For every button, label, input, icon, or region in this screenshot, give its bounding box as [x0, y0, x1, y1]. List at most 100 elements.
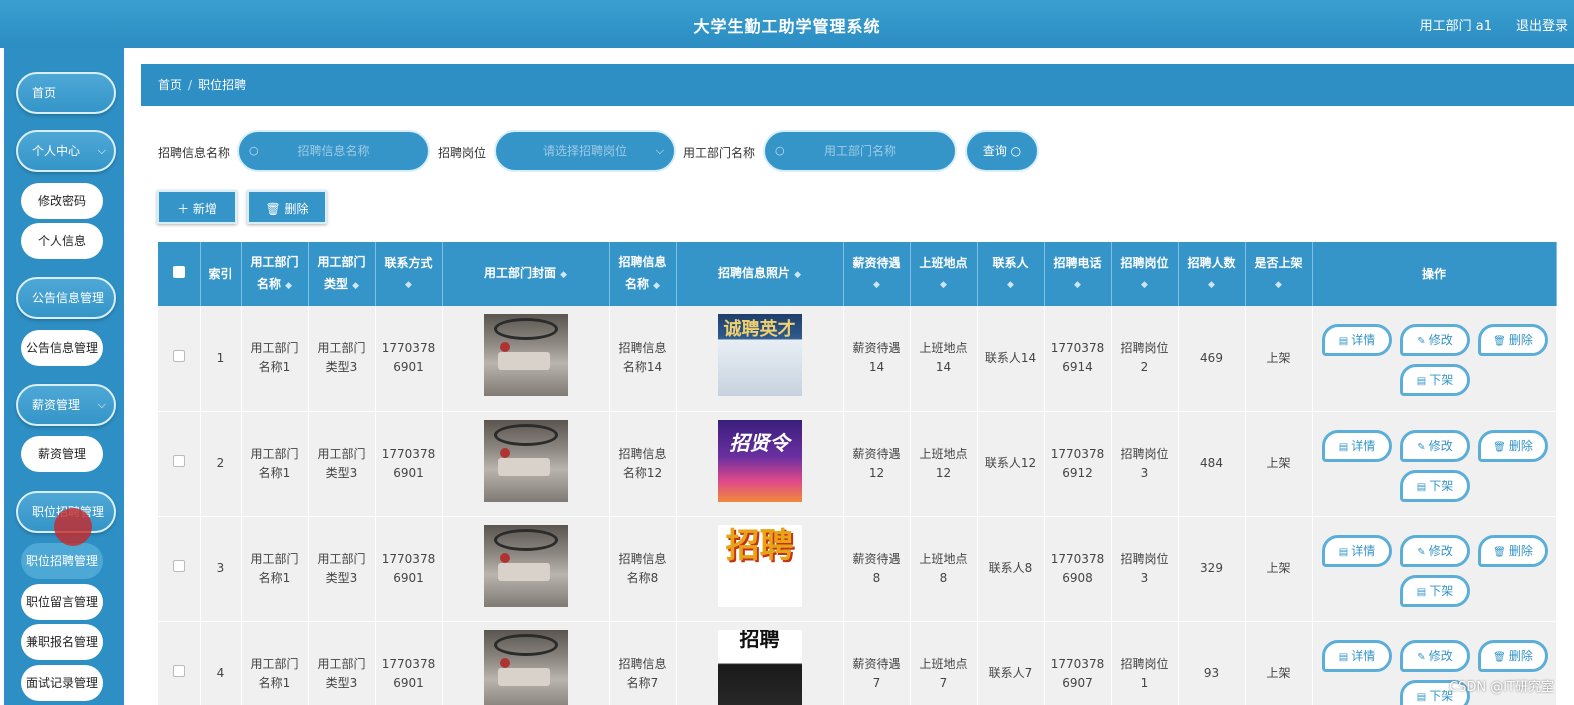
sidebar-group-notice[interactable]: 公告信息管理 [16, 277, 116, 319]
delete-button[interactable]: 🗑 删除 [247, 190, 327, 224]
cell-salary-line2: 12 [868, 465, 885, 480]
table-row: 2 用工部门 名称1 用工部门 类型3 1770378 6901 招聘信息 名称12 招… [158, 411, 1557, 517]
cell-index: 3 [200, 516, 242, 622]
table-header-row: 索引 用工部门 名称 ◆ 用工部门 类型 ◆ 联系方式 ◆ 用工部门封面 ◆ 招聘信息… [158, 242, 1557, 306]
cell-info-name-line2: 名称12 [622, 465, 663, 480]
query-button[interactable]: 查询 ○ [965, 130, 1039, 172]
document-icon: ▤ [1416, 691, 1427, 703]
edit-label: 修改 [1428, 648, 1453, 663]
dept-cover-image[interactable] [483, 524, 568, 607]
row-checkbox[interactable] [172, 349, 185, 362]
sidebar-item-notice-mgmt[interactable]: 公告信息管理 [21, 330, 103, 366]
search-post-select[interactable]: 请选择招聘岗位 ⌵ [494, 130, 676, 172]
edit-button[interactable]: ✎ 修改 [1400, 324, 1470, 357]
cell-listed: 上架 [1245, 621, 1313, 705]
cell-phone-line1: 1770378 [1050, 656, 1105, 671]
edit-label: 修改 [1428, 333, 1453, 348]
sidebar-item-job-message-mgmt[interactable]: 职位留言管理 [21, 584, 103, 620]
search-name-placeholder: 招聘信息名称 [297, 144, 370, 158]
col-contact-person[interactable]: 联系人 ◆ [977, 242, 1045, 306]
cell-contact-line1: 1770378 [381, 656, 436, 671]
search-name-input[interactable]: ○ 招聘信息名称 [237, 130, 430, 172]
col-phone[interactable]: 招聘电话 ◆ [1044, 242, 1112, 306]
cell-contact: 1770378 6901 [375, 621, 443, 705]
sidebar-item-personal-info[interactable]: 个人信息 [21, 223, 103, 259]
cell-info-name-line1: 招聘信息 [618, 341, 667, 356]
col-dept-type-line2: 类型 [323, 277, 348, 291]
cell-location-line1: 上班地点 [919, 551, 968, 566]
col-salary[interactable]: 薪资待遇 ◆ [843, 242, 911, 306]
sidebar: 首页 个人中心 ⌵ 修改密码 个人信息 公告信息管理 公告信息管理 薪资管理 ⌵ 薪… [4, 48, 124, 705]
edit-button[interactable]: ✎ 修改 [1400, 429, 1470, 462]
row-delete-button[interactable]: 🗑 删除 [1478, 639, 1548, 672]
col-contact[interactable]: 联系方式 ◆ [375, 242, 443, 306]
cell-contact: 1770378 6901 [375, 516, 443, 622]
unlist-button[interactable]: ▤ 下架 [1400, 469, 1470, 502]
row-delete-label: 删除 [1508, 438, 1533, 453]
sidebar-item-change-password[interactable]: 修改密码 [21, 183, 103, 219]
cell-listed: 上架 [1245, 516, 1313, 622]
cell-post-line1: 招聘岗位 [1120, 341, 1169, 356]
sidebar-item-salary-mgmt[interactable]: 薪资管理 [21, 436, 103, 472]
sidebar-item-job-recruit-mgmt[interactable]: 职位招聘管理 [21, 543, 103, 579]
row-delete-button[interactable]: 🗑 删除 [1478, 324, 1548, 357]
col-listed[interactable]: 是否上架 ◆ [1245, 242, 1313, 306]
row-checkbox[interactable] [172, 455, 185, 467]
detail-label: 详情 [1351, 648, 1376, 663]
detail-button[interactable]: ▤ 详情 [1322, 534, 1392, 567]
select-all-checkbox[interactable] [172, 266, 185, 278]
detail-button[interactable]: ▤ 详情 [1322, 324, 1392, 357]
col-dept-name[interactable]: 用工部门 名称 ◆ [241, 242, 309, 306]
add-button[interactable]: ＋ 新增 [157, 190, 237, 224]
col-ops: 操作 [1312, 242, 1557, 306]
row-checkbox[interactable] [172, 665, 185, 677]
detail-button[interactable]: ▤ 详情 [1322, 429, 1392, 462]
row-delete-button[interactable]: 🗑 删除 [1478, 429, 1548, 462]
recruit-photo-image[interactable]: 招聘 [717, 524, 802, 607]
unlist-button[interactable]: ▤ 下架 [1400, 574, 1470, 607]
breadcrumb-home[interactable]: 首页 [158, 78, 182, 92]
recruit-photo-image[interactable]: 招贤令 [717, 419, 802, 502]
document-icon: ▤ [1416, 376, 1427, 388]
col-count[interactable]: 招聘人数 ◆ [1178, 242, 1246, 306]
edit-button[interactable]: ✎ 修改 [1400, 534, 1470, 567]
sidebar-item-label: 公告信息管理 [32, 291, 105, 305]
col-photo[interactable]: 招聘信息照片 ◆ [676, 242, 844, 306]
edit-button[interactable]: ✎ 修改 [1400, 639, 1470, 672]
sidebar-group-salary[interactable]: 薪资管理 ⌵ [16, 384, 116, 426]
photo-text: 招聘 [739, 629, 780, 651]
col-dept-type[interactable]: 用工部门 类型 ◆ [308, 242, 376, 306]
detail-button[interactable]: ▤ 详情 [1322, 639, 1392, 672]
col-post[interactable]: 招聘岗位 ◆ [1111, 242, 1179, 306]
dept-cover-image[interactable] [483, 419, 568, 502]
sidebar-group-personal-center[interactable]: 个人中心 ⌵ [16, 130, 116, 172]
col-location[interactable]: 上班地点 ◆ [910, 242, 978, 306]
pencil-icon: ✎ [1417, 546, 1426, 558]
row-delete-button[interactable]: 🗑 删除 [1478, 534, 1548, 567]
cell-contact-person: 联系人12 [977, 411, 1045, 517]
cell-dept-type-line1: 用工部门 [317, 551, 366, 566]
document-icon: ▤ [1416, 481, 1427, 493]
cell-dept-name-line2: 名称1 [258, 675, 291, 690]
dept-cover-image[interactable] [483, 314, 568, 397]
sidebar-item-interview-mgmt[interactable]: 面试记录管理 [21, 665, 103, 701]
row-checkbox[interactable] [172, 560, 185, 572]
delete-label: 删除 [284, 202, 309, 216]
search-dept-input[interactable]: ○ 用工部门名称 [763, 130, 957, 172]
app-title: 大学生勤工助学管理系统 [693, 17, 881, 36]
search-dept-label: 用工部门名称 [683, 146, 756, 160]
recruit-photo-image[interactable]: 诚聘英才 [717, 314, 802, 397]
trash-icon: 🗑 [1493, 441, 1506, 453]
cell-contact-line2: 6901 [393, 465, 424, 480]
cell-photo: 招贤令 [676, 411, 844, 517]
cell-post-line1: 招聘岗位 [1120, 551, 1169, 566]
logout-link[interactable]: 退出登录 [1516, 15, 1568, 34]
sidebar-item-home[interactable]: 首页 [16, 72, 116, 114]
col-info-name[interactable]: 招聘信息 名称 ◆ [609, 242, 677, 306]
dept-cover-image[interactable] [483, 629, 568, 705]
unlist-button[interactable]: ▤ 下架 [1400, 364, 1470, 397]
col-cover[interactable]: 用工部门封面 ◆ [442, 242, 610, 306]
col-info-name-line2: 名称 [624, 277, 649, 291]
sidebar-item-parttime-signup-mgmt[interactable]: 兼职报名管理 [21, 624, 103, 660]
recruit-photo-image[interactable]: 招聘 [717, 629, 802, 705]
